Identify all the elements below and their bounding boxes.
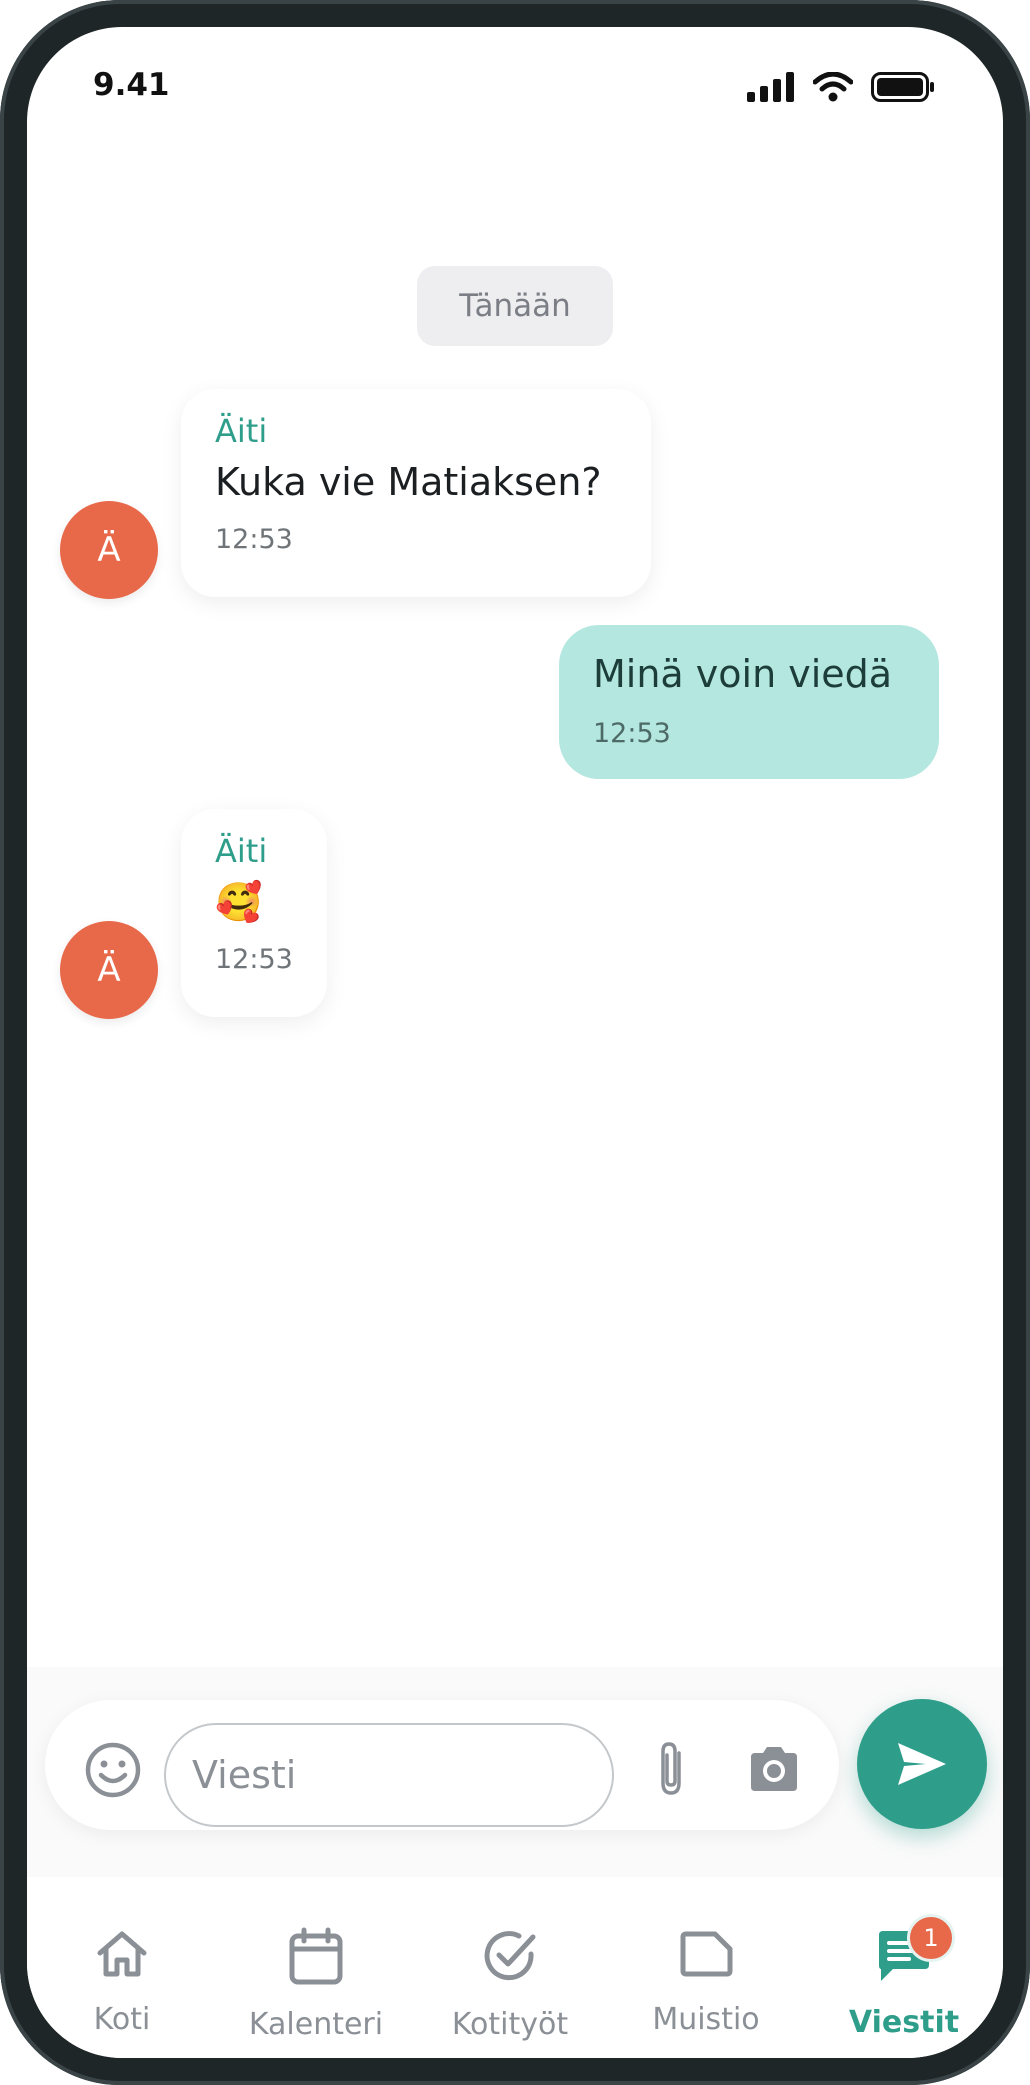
incoming-message[interactable]: Äiti Kuka vie Matiaksen? 12:53 (181, 389, 651, 597)
note-icon (680, 1931, 733, 1976)
nav-label: Kalenteri (248, 2007, 384, 2042)
paperclip-icon[interactable] (649, 1739, 693, 1799)
send-icon (898, 1743, 946, 1785)
message-text: Minä voin viedä (593, 652, 893, 696)
signal-icon (747, 72, 794, 102)
avatar[interactable]: Ä (60, 921, 158, 1019)
incoming-message[interactable]: Äiti 🥰 12:53 (181, 809, 327, 1017)
outgoing-message[interactable]: Minä voin viedä 12:53 (559, 625, 939, 779)
send-button[interactable] (857, 1699, 987, 1829)
status-time: 9.41 (93, 67, 170, 103)
home-icon (97, 1931, 147, 1976)
nav-item-muistio[interactable]: Muistio (611, 1897, 801, 2037)
date-divider: Tänään (417, 266, 613, 346)
check-circle-icon (484, 1931, 536, 1981)
bottom-nav: Koti Kalenteri Kotityöt Muistio Viestit (27, 1897, 1003, 2058)
emoji-icon[interactable] (85, 1742, 141, 1798)
message-time: 12:53 (215, 524, 293, 555)
avatar[interactable]: Ä (60, 501, 158, 599)
camera-icon[interactable] (745, 1741, 803, 1797)
nav-item-kalenteri[interactable]: Kalenteri (221, 1897, 411, 2042)
battery-icon (871, 72, 934, 102)
nav-item-viestit[interactable]: Viestit (809, 1897, 999, 2040)
unread-badge: 1 (907, 1914, 955, 1962)
chat-screen: 9.41 Tänään Ä Äiti Kuka vie Matiaksen? 1… (27, 27, 1003, 2058)
message-text: Kuka vie Matiaksen? (215, 460, 602, 504)
nav-label: Viestit (848, 2005, 960, 2040)
nav-label: Muistio (652, 2002, 760, 2037)
status-icons (747, 67, 935, 107)
message-emoji: 🥰 (215, 880, 263, 924)
nav-item-kotityot[interactable]: Kotityöt (415, 1897, 605, 2042)
message-input[interactable] (164, 1723, 614, 1827)
message-time: 12:53 (215, 944, 293, 975)
nav-label: Koti (93, 2002, 151, 2037)
nav-item-koti[interactable]: Koti (27, 1897, 217, 2037)
nav-label: Kotityöt (451, 2007, 569, 2042)
message-sender: Äiti (215, 832, 268, 870)
message-time: 12:53 (593, 718, 671, 749)
wifi-icon (813, 72, 853, 102)
calendar-icon (289, 1927, 343, 1985)
message-sender: Äiti (215, 412, 268, 450)
